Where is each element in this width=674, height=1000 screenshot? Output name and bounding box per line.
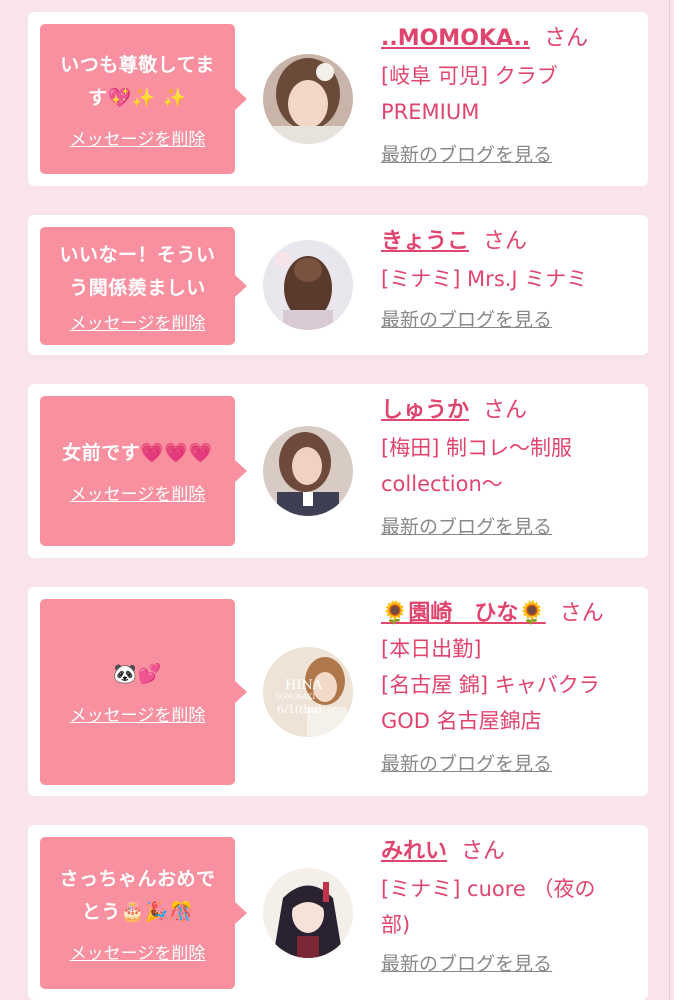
shop-line: [名古屋 錦] キャバクラ bbox=[381, 673, 600, 697]
delete-message-link[interactable]: メッセージを削除 bbox=[70, 480, 206, 505]
message-line: いいなー！そうい bbox=[59, 243, 216, 266]
honorific: さん bbox=[483, 398, 528, 423]
shop-line: [梅田] 制コレ〜制服 bbox=[381, 436, 573, 460]
avatar-caption-surname: SONOSAKI bbox=[275, 693, 315, 701]
latest-blog-link[interactable]: 最新のブログを見る bbox=[381, 749, 552, 776]
delete-message-link[interactable]: メッセージを削除 bbox=[70, 125, 206, 150]
avatar-illustration-icon bbox=[263, 868, 353, 958]
message-line: とう🎂🎉🎊 bbox=[81, 900, 194, 923]
avatar-caption-name: HINA bbox=[285, 678, 323, 693]
message-text: 女前です💗💗💗 bbox=[48, 437, 228, 470]
message-text: いいなー！そうい う関係羨ましい bbox=[48, 239, 228, 305]
profile-name-link[interactable]: しゅうか bbox=[381, 398, 469, 423]
page-edge-rule bbox=[669, 0, 670, 1000]
avatar-photo-icon bbox=[263, 426, 353, 516]
message-line: 女前です💗💗💗 bbox=[62, 442, 213, 464]
shop-line: [岐阜 可児] クラブ bbox=[381, 64, 558, 88]
delete-message-link[interactable]: メッセージを削除 bbox=[70, 939, 206, 964]
shop-line: [ミナミ] Mrs.J ミナミ bbox=[381, 267, 588, 291]
message-line: さっちゃんおめで bbox=[59, 867, 216, 890]
profile-info: ..MOMOKA.. さん [岐阜 可児] クラブ PREMIUM 最新のブログを… bbox=[381, 22, 643, 167]
honorific: さん bbox=[483, 229, 528, 254]
honorific: さん bbox=[544, 26, 589, 51]
avatar-photo-icon bbox=[263, 54, 353, 144]
name-line: きょうこ さん bbox=[381, 225, 643, 259]
shop-name: [岐阜 可児] クラブ PREMIUM bbox=[381, 58, 643, 130]
message-bubble: いいなー！そうい う関係羨ましい メッセージを削除 bbox=[40, 227, 247, 345]
message-card: いつも尊敬してま す💖✨ ✨ メッセージを削除 ..MOMOKA.. さん [岐阜… bbox=[28, 12, 648, 186]
avatar[interactable] bbox=[263, 54, 353, 144]
avatar[interactable] bbox=[263, 868, 353, 958]
profile-name-link[interactable]: きょうこ bbox=[381, 229, 469, 254]
shop-name: [ミナミ] cuore （夜の 部) bbox=[381, 871, 643, 943]
profile-name-link[interactable]: ..MOMOKA.. bbox=[381, 26, 530, 51]
message-bubble: さっちゃんおめで とう🎂🎉🎊 メッセージを削除 bbox=[40, 837, 247, 989]
name-line: 🌻園崎 ひな🌻 さん bbox=[381, 597, 643, 631]
message-card: 女前です💗💗💗 メッセージを削除 しゅうか さん [梅田] 制コレ〜制服 coll… bbox=[28, 384, 648, 558]
avatar[interactable] bbox=[263, 240, 353, 330]
profile-info: みれい さん [ミナミ] cuore （夜の 部) 最新のブログを見る bbox=[381, 835, 643, 976]
avatar-caption-date: 6/1(thu) bbox=[277, 703, 322, 716]
delete-message-link[interactable]: メッセージを削除 bbox=[70, 309, 206, 334]
shop-line: [ミナミ] cuore （夜の bbox=[381, 877, 596, 901]
honorific: さん bbox=[461, 839, 506, 864]
shop-line: collection〜 bbox=[381, 472, 503, 496]
shop-name: [ミナミ] Mrs.J ミナミ bbox=[381, 261, 643, 297]
name-line: みれい さん bbox=[381, 835, 643, 869]
message-text: いつも尊敬してま す💖✨ ✨ bbox=[48, 49, 228, 115]
message-line: う関係羨ましい bbox=[69, 276, 206, 299]
latest-blog-link[interactable]: 最新のブログを見る bbox=[381, 305, 552, 332]
avatar[interactable] bbox=[263, 426, 353, 516]
avatar-photo-icon: HINA SONOSAKI 6/1(thu) bbox=[263, 647, 353, 737]
honorific: さん bbox=[559, 601, 604, 626]
profile-info: しゅうか さん [梅田] 制コレ〜制服 collection〜 最新のブログを見る bbox=[381, 394, 643, 539]
latest-blog-link[interactable]: 最新のブログを見る bbox=[381, 512, 552, 539]
message-line: 🐼💕 bbox=[113, 663, 162, 685]
name-line: ..MOMOKA.. さん bbox=[381, 22, 643, 56]
message-bubble: 女前です💗💗💗 メッセージを削除 bbox=[40, 396, 247, 546]
message-line: す💖✨ ✨ bbox=[87, 86, 188, 109]
latest-blog-link[interactable]: 最新のブログを見る bbox=[381, 949, 552, 976]
shop-name: [梅田] 制コレ〜制服 collection〜 bbox=[381, 430, 643, 502]
avatar-photo-icon bbox=[263, 240, 353, 330]
shop-line: GOD 名古屋錦店 bbox=[381, 709, 542, 733]
shop-line: [本日出勤] bbox=[381, 637, 482, 661]
name-line: しゅうか さん bbox=[381, 394, 643, 428]
message-text: さっちゃんおめで とう🎂🎉🎊 bbox=[48, 863, 228, 929]
latest-blog-link[interactable]: 最新のブログを見る bbox=[381, 140, 552, 167]
message-bubble: 🐼💕 メッセージを削除 bbox=[40, 599, 247, 785]
message-card: いいなー！そうい う関係羨ましい メッセージを削除 きょうこ さん [ミナミ] M… bbox=[28, 215, 648, 355]
message-card: さっちゃんおめで とう🎂🎉🎊 メッセージを削除 みれい さん [ミナミ] cuor… bbox=[28, 825, 648, 1000]
profile-info: 🌻園崎 ひな🌻 さん [本日出勤] [名古屋 錦] キャバクラ GOD 名古屋錦店… bbox=[381, 597, 643, 776]
shop-line: PREMIUM bbox=[381, 100, 480, 124]
delete-message-link[interactable]: メッセージを削除 bbox=[70, 701, 206, 726]
shop-line: 部) bbox=[381, 913, 411, 937]
message-line: いつも尊敬してま bbox=[60, 53, 215, 76]
profile-name-link[interactable]: 🌻園崎 ひな🌻 bbox=[381, 601, 546, 626]
message-bubble: いつも尊敬してま す💖✨ ✨ メッセージを削除 bbox=[40, 24, 247, 174]
message-card: 🐼💕 メッセージを削除 HINA SONOSAKI 6/1(thu) 🌻園崎 ひ… bbox=[28, 587, 648, 796]
message-text: 🐼💕 bbox=[48, 658, 228, 691]
profile-info: きょうこ さん [ミナミ] Mrs.J ミナミ 最新のブログを見る bbox=[381, 225, 643, 332]
profile-name-link[interactable]: みれい bbox=[381, 839, 447, 864]
avatar[interactable]: HINA SONOSAKI 6/1(thu) bbox=[263, 647, 353, 737]
shop-name: [本日出勤] [名古屋 錦] キャバクラ GOD 名古屋錦店 bbox=[381, 631, 643, 739]
